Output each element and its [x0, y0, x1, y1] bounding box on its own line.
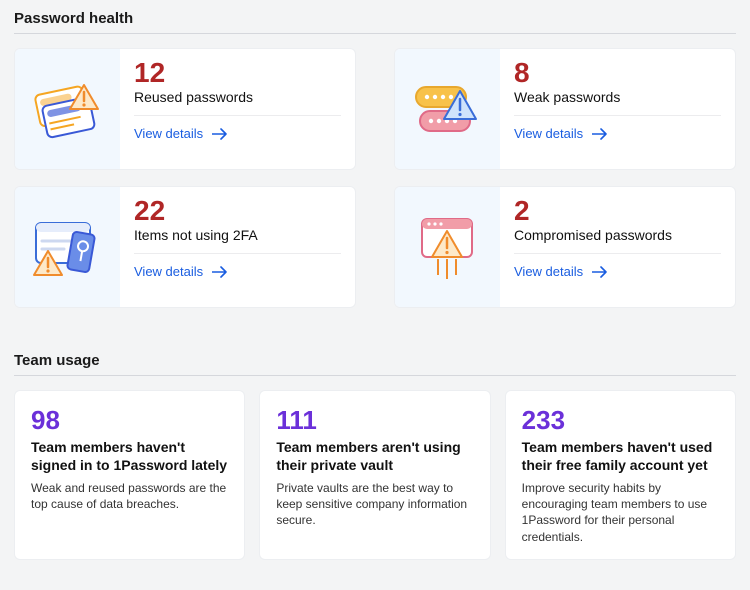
team-private-vault-card: 111 Team members aren't using their priv… [259, 390, 490, 560]
team-usage-grid: 98 Team members haven't signed in to 1Pa… [14, 390, 736, 560]
team-private-vault-label: Team members aren't using their private … [276, 439, 473, 474]
items-not-using-2fa-count: 22 [134, 197, 341, 225]
team-family-account-desc: Improve security habits by encouraging t… [522, 480, 719, 545]
weak-passwords-count: 8 [514, 59, 721, 87]
items-not-using-2fa-label: Items not using 2FA [134, 227, 341, 254]
view-details-text: View details [134, 126, 203, 141]
password-health-grid: 12 Reused passwords View details [14, 48, 736, 308]
view-details-text: View details [514, 264, 583, 279]
compromised-passwords-card: 2 Compromised passwords View details [394, 186, 736, 308]
items-not-using-2fa-view-details-link[interactable]: View details [134, 264, 341, 279]
items-not-using-2fa-icon [15, 187, 120, 307]
reused-passwords-icon [15, 49, 120, 169]
team-family-account-label: Team members haven't used their free fam… [522, 439, 719, 474]
team-family-account-card: 233 Team members haven't used their free… [505, 390, 736, 560]
reused-passwords-label: Reused passwords [134, 89, 341, 116]
arrow-right-icon [212, 266, 228, 278]
weak-passwords-card: 8 Weak passwords View details [394, 48, 736, 170]
arrow-right-icon [592, 266, 608, 278]
reused-passwords-card: 12 Reused passwords View details [14, 48, 356, 170]
reused-passwords-count: 12 [134, 59, 341, 87]
weak-passwords-label: Weak passwords [514, 89, 721, 116]
team-usage-title: Team usage [14, 342, 736, 376]
arrow-right-icon [212, 128, 228, 140]
team-signin-desc: Weak and reused passwords are the top ca… [31, 480, 228, 512]
reused-passwords-view-details-link[interactable]: View details [134, 126, 341, 141]
team-private-vault-count: 111 [276, 407, 473, 433]
team-family-account-count: 233 [522, 407, 719, 433]
weak-passwords-icon [395, 49, 500, 169]
weak-passwords-view-details-link[interactable]: View details [514, 126, 721, 141]
compromised-passwords-view-details-link[interactable]: View details [514, 264, 721, 279]
arrow-right-icon [592, 128, 608, 140]
items-not-using-2fa-card: 22 Items not using 2FA View details [14, 186, 356, 308]
view-details-text: View details [514, 126, 583, 141]
compromised-passwords-icon [395, 187, 500, 307]
team-signin-card: 98 Team members haven't signed in to 1Pa… [14, 390, 245, 560]
compromised-passwords-count: 2 [514, 197, 721, 225]
team-private-vault-desc: Private vaults are the best way to keep … [276, 480, 473, 529]
view-details-text: View details [134, 264, 203, 279]
password-health-title: Password health [14, 0, 736, 34]
team-signin-count: 98 [31, 407, 228, 433]
team-signin-label: Team members haven't signed in to 1Passw… [31, 439, 228, 474]
compromised-passwords-label: Compromised passwords [514, 227, 721, 254]
